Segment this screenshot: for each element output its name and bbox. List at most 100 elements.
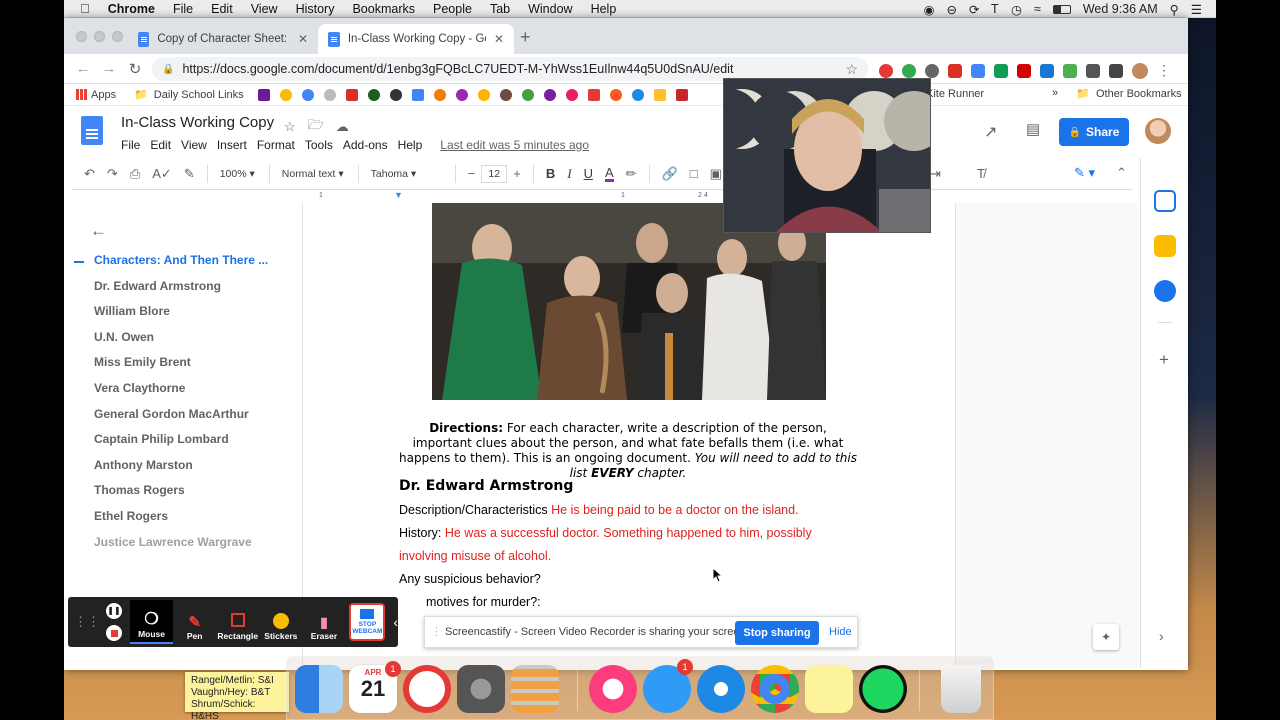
outline-item-ethel-rogers[interactable]: Ethel Rogers — [94, 509, 268, 535]
bookmark-gmail-icon[interactable] — [345, 88, 358, 101]
spotlight-icon[interactable]: ⚲ — [1170, 2, 1179, 17]
bookmark-apps[interactable]: Apps — [91, 89, 116, 101]
text-color-icon[interactable]: A — [604, 166, 614, 182]
increase-font-icon[interactable]: + — [513, 166, 521, 181]
menubar-clock[interactable]: Wed 9:36 AM — [1083, 2, 1158, 16]
decrease-font-icon[interactable]: − — [468, 166, 476, 181]
bookmark-favicon-icon[interactable] — [389, 88, 402, 101]
bookmark-favicon-icon[interactable] — [543, 88, 556, 101]
sync-icon[interactable]: ⟳ — [969, 2, 979, 17]
outline-item-characters[interactable]: Characters: And Then There ... — [94, 253, 268, 279]
zoom-select[interactable]: 100% ▾ — [220, 168, 255, 180]
tab-character-sheet[interactable]: Copy of Character Sheet: And ✕ — [128, 24, 318, 54]
stickies-icon[interactable] — [805, 665, 853, 713]
star-icon[interactable]: ☆ — [284, 119, 296, 135]
expand-side-panel-icon[interactable]: › — [1159, 628, 1164, 644]
stop-recording-icon[interactable] — [106, 625, 122, 641]
bookmark-amazon-icon[interactable] — [433, 88, 446, 101]
bookmark-daily-school-links[interactable]: Daily School Links — [154, 89, 244, 101]
menubar-edit[interactable]: Edit — [211, 2, 233, 16]
indent-icon[interactable]: ⇥ — [930, 166, 941, 182]
font-select[interactable]: Tahoma ▾ — [371, 168, 441, 180]
bookmark-favicon-icon[interactable] — [631, 88, 644, 101]
highlight-icon[interactable]: ✏ — [626, 166, 637, 182]
history-line[interactable]: History: He was a successful doctor. Som… — [399, 526, 812, 540]
battery-icon[interactable] — [1052, 4, 1071, 14]
style-select[interactable]: Normal text ▾ — [282, 168, 344, 180]
bold-icon[interactable]: B — [546, 166, 555, 181]
menu-view[interactable]: View — [181, 138, 207, 152]
docs-logo-icon[interactable] — [81, 116, 103, 145]
wifi-icon[interactable]: ≈ — [1034, 2, 1041, 16]
outline-item-marston[interactable]: Anthony Marston — [94, 458, 268, 484]
menu-file[interactable]: File — [121, 138, 140, 152]
clear-formatting-icon[interactable]: T̸ — [977, 166, 985, 181]
undo-icon[interactable]: ↶ — [84, 166, 95, 182]
calculator-icon[interactable] — [511, 665, 559, 713]
move-folder-icon[interactable]: 🗁 — [308, 116, 324, 138]
drag-handle-icon[interactable]: ⋮ — [431, 625, 442, 638]
close-window-button[interactable] — [76, 31, 87, 42]
extension-blue-icon[interactable] — [1040, 63, 1054, 78]
share-button[interactable]: 🔒 Share — [1059, 118, 1129, 146]
desktop-sticky-note[interactable]: Rangel/Metlin: S&I Vaughn/Hey: B&T Shrum… — [185, 672, 289, 720]
eraser-tool-button[interactable]: ▮ Eraser — [302, 600, 345, 644]
spotify-icon[interactable] — [859, 665, 907, 713]
bookmark-kite-runner[interactable]: Kite Runner — [926, 88, 984, 100]
hide-button[interactable]: Hide — [829, 626, 852, 638]
stickers-tool-button[interactable]: Stickers — [259, 600, 302, 644]
close-tab-icon[interactable]: ✕ — [494, 32, 504, 46]
url-text[interactable]: https://docs.google.com/document/d/1enbg… — [182, 62, 733, 76]
menu-tools[interactable]: Tools — [305, 138, 333, 152]
rectangle-tool-button[interactable]: Rectangle — [216, 600, 259, 644]
activity-trend-icon[interactable]: ↗ — [984, 122, 997, 142]
directions-paragraph[interactable]: Directions: For each character, write a … — [398, 421, 858, 481]
outline-item-macarthur[interactable]: General Gordon MacArthur — [94, 407, 268, 433]
spellcheck-icon[interactable]: A✓ — [152, 166, 172, 182]
forward-arrow-icon[interactable]: → — [96, 60, 122, 77]
bookmark-favicon-icon[interactable] — [653, 88, 666, 101]
heading-armstrong[interactable]: Dr. Edward Armstrong — [399, 478, 573, 494]
paint-format-icon[interactable]: ✎ — [184, 166, 195, 182]
menubar-view[interactable]: View — [251, 2, 278, 16]
bookmarks-overflow-icon[interactable]: » — [1052, 87, 1058, 99]
bookmark-favicon-icon[interactable] — [587, 88, 600, 101]
new-tab-plus-icon[interactable]: + — [520, 27, 531, 48]
redo-icon[interactable]: ↷ — [107, 166, 118, 182]
menubar-bookmarks[interactable]: Bookmarks — [352, 2, 415, 16]
safari-icon[interactable] — [697, 665, 745, 713]
bookmark-favicon-icon[interactable] — [411, 88, 424, 101]
screencastify-status-icon[interactable]: ◉ — [924, 2, 935, 17]
reload-icon[interactable]: ↻ — [122, 60, 148, 78]
outline-item-armstrong[interactable]: Dr. Edward Armstrong — [94, 279, 268, 305]
menu-insert[interactable]: Insert — [217, 138, 247, 152]
account-avatar[interactable] — [1145, 118, 1171, 144]
webcam-overlay[interactable] — [723, 78, 931, 233]
mouse-tool-button[interactable]: ❍ Mouse — [130, 600, 174, 644]
link-icon[interactable]: 🔗 — [662, 166, 678, 182]
cloud-status-icon[interactable]: ☁ — [336, 119, 349, 135]
description-line[interactable]: Description/Characteristics He is being … — [399, 503, 799, 517]
bookmark-favicon-icon[interactable] — [323, 88, 336, 101]
chrome-icon[interactable] — [751, 665, 799, 713]
outline-item-owen[interactable]: U.N. Owen — [94, 330, 268, 356]
bookmark-favicon-icon[interactable] — [675, 88, 688, 101]
apps-grid-icon[interactable] — [76, 89, 87, 100]
menubar-help[interactable]: Help — [591, 2, 617, 16]
editing-mode-icon[interactable]: ✎ ▾ — [1074, 165, 1095, 181]
messages-icon[interactable]: 1 — [643, 659, 693, 713]
extension-pinterest-icon[interactable] — [925, 63, 939, 78]
extension-d-icon[interactable] — [1086, 63, 1100, 78]
tasks-addon-icon[interactable] — [1154, 280, 1176, 302]
suspicious-behavior-line[interactable]: Any suspicious behavior? — [399, 572, 541, 586]
italic-icon[interactable]: I — [567, 166, 571, 182]
motives-line[interactable]: motives for murder?: — [426, 595, 541, 609]
bookmark-reddit-icon[interactable] — [609, 88, 622, 101]
finder-icon[interactable] — [295, 665, 343, 713]
zoom-window-button[interactable] — [112, 31, 123, 42]
bookmark-pinterest-icon[interactable] — [565, 88, 578, 101]
add-addon-plus-icon[interactable]: + — [1159, 350, 1169, 370]
extensions-puzzle-icon[interactable] — [1109, 63, 1123, 78]
comments-icon[interactable]: ▤ — [1026, 120, 1040, 138]
bookmark-favicon-icon[interactable] — [499, 88, 512, 101]
